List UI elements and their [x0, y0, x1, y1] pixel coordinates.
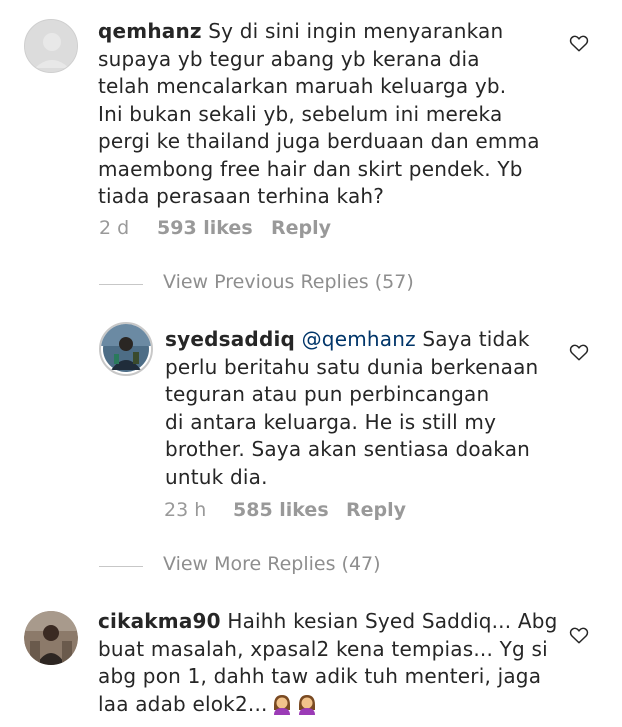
divider-line	[99, 284, 143, 285]
avatar-cikakma90[interactable]	[24, 611, 78, 665]
avatar-syedsaddiq[interactable]	[99, 322, 153, 376]
comment-likes[interactable]: 593 likes	[157, 217, 253, 239]
reply-button[interactable]: Reply	[346, 499, 406, 521]
profile-photo-icon	[24, 611, 78, 665]
heart-outline-icon[interactable]	[569, 343, 589, 361]
reply-button[interactable]: Reply	[271, 217, 331, 239]
view-previous-replies-button[interactable]: View Previous Replies (57)	[163, 271, 414, 293]
woman-emoji-icon	[273, 694, 290, 715]
default-avatar-icon	[25, 20, 77, 72]
view-more-replies-button[interactable]: View More Replies (47)	[163, 553, 381, 575]
comment-username[interactable]: cikakma90	[98, 609, 221, 633]
heart-outline-icon[interactable]	[569, 626, 589, 644]
reply-username[interactable]: syedsaddiq	[165, 327, 295, 351]
divider-line	[99, 566, 143, 567]
reply-likes[interactable]: 585 likes	[233, 499, 329, 521]
comment-username[interactable]: qemhanz	[98, 19, 202, 43]
heart-outline-icon[interactable]	[569, 34, 589, 52]
reply-time: 23 h	[164, 499, 207, 521]
reply-text: syedsaddiq @qemhanz Saya tidak perlu ber…	[165, 327, 539, 489]
mention-link[interactable]: @qemhanz	[302, 327, 416, 351]
comment-time: 2 d	[99, 217, 130, 239]
woman-emoji-icon	[298, 694, 315, 715]
comment-text: cikakma90 Haihh kesian Syed Saddiq... Ab…	[98, 609, 558, 716]
profile-photo-icon	[101, 324, 151, 372]
comment-text: qemhanz Sy di sini ingin menyarankan sup…	[98, 19, 540, 208]
avatar-qemhanz[interactable]	[24, 19, 78, 73]
